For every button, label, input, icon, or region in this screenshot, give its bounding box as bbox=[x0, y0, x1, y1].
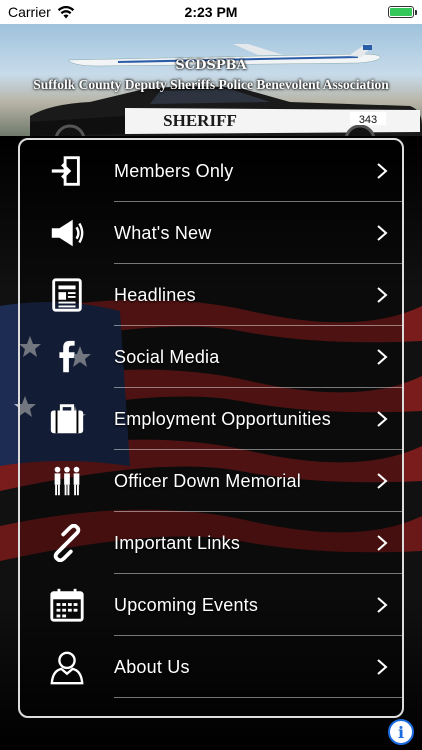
header-banner: SHERIFF 343 SCDSPBA Suffolk County Deput… bbox=[0, 24, 422, 136]
menu-item-whats-new[interactable]: What's New bbox=[20, 202, 402, 264]
briefcase-icon bbox=[20, 388, 114, 450]
menu-item-label: Upcoming Events bbox=[114, 594, 259, 615]
chevron-right-icon bbox=[362, 636, 402, 698]
menu-item-label: Headlines bbox=[114, 284, 196, 305]
status-left: Carrier bbox=[8, 4, 75, 20]
menu-item-officer-down-memorial[interactable]: Officer Down Memorial bbox=[20, 450, 402, 512]
chevron-right-icon bbox=[362, 264, 402, 326]
shield-icon bbox=[20, 698, 114, 716]
menu-item-upcoming-events[interactable]: Upcoming Events bbox=[20, 574, 402, 636]
calendar-icon bbox=[20, 574, 114, 636]
menu-item-members-only[interactable]: Members Only bbox=[20, 140, 402, 202]
battery-icon bbox=[388, 6, 417, 18]
newspaper-icon bbox=[20, 264, 114, 326]
banner-title: SCDSPBA bbox=[175, 58, 247, 73]
menu-item-label: About Us bbox=[114, 656, 190, 677]
menu-item-employment-opportunities[interactable]: Employment Opportunities bbox=[20, 388, 402, 450]
menu-item-about-us[interactable]: About Us bbox=[20, 636, 402, 698]
menu-item-label: Employment Opportunities bbox=[114, 408, 331, 429]
menu-item-label: Important Links bbox=[114, 532, 241, 553]
menu-item-social-media[interactable]: Social Media bbox=[20, 326, 402, 388]
wifi-icon bbox=[57, 5, 74, 18]
chevron-right-icon bbox=[362, 512, 402, 574]
person-icon bbox=[20, 636, 114, 698]
car-sheriff-text: SHERIFF bbox=[163, 111, 237, 130]
sheriff-car-image: SHERIFF 343 bbox=[30, 86, 422, 136]
chevron-right-icon bbox=[362, 140, 402, 202]
menu-item-label: Members Only bbox=[114, 160, 234, 181]
menu-item-important-links[interactable]: Important Links bbox=[20, 512, 402, 574]
banner-subtitle: Suffolk County Deputy Sheriffs Police Be… bbox=[33, 77, 389, 92]
chevron-right-icon bbox=[362, 202, 402, 264]
facebook-icon bbox=[20, 326, 114, 388]
menu-item-headlines[interactable]: Headlines bbox=[20, 264, 402, 326]
enter-door-icon bbox=[20, 140, 114, 202]
menu-item-label: What's New bbox=[114, 222, 212, 243]
chevron-right-icon bbox=[362, 326, 402, 388]
car-number-text: 343 bbox=[359, 114, 377, 126]
carrier-label: Carrier bbox=[8, 4, 51, 20]
officers-icon bbox=[20, 450, 114, 512]
chevron-right-icon bbox=[362, 574, 402, 636]
link-icon bbox=[20, 512, 114, 574]
menu-item-partial[interactable] bbox=[20, 698, 402, 716]
megaphone-icon bbox=[20, 202, 114, 264]
menu-item-label: Social Media bbox=[114, 346, 220, 367]
info-button[interactable]: i bbox=[388, 719, 414, 745]
chevron-right-icon bbox=[362, 450, 402, 512]
status-right bbox=[388, 6, 417, 18]
status-bar: Carrier 2:23 PM bbox=[0, 0, 422, 24]
menu-item-label: Officer Down Memorial bbox=[114, 470, 301, 491]
chevron-right-icon bbox=[362, 388, 402, 450]
main-menu: Members Only What's New Headlines Social… bbox=[18, 138, 404, 718]
